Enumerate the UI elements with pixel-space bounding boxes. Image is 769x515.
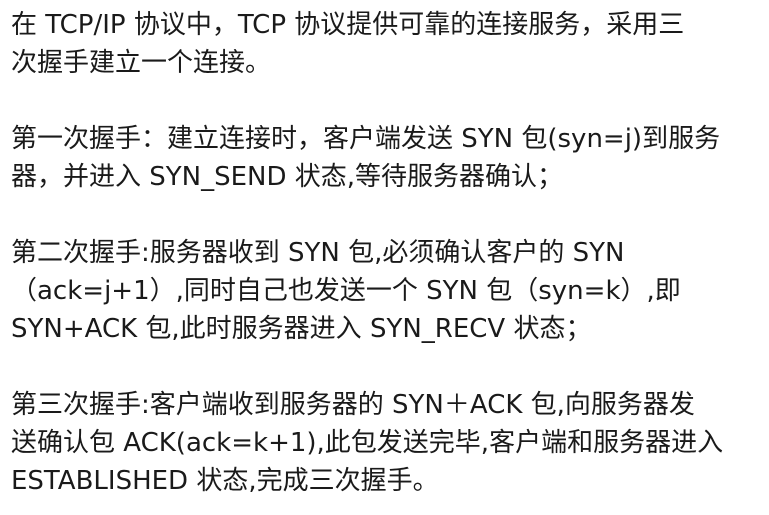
text-line: 第二次握手:服务器收到 SYN 包,必须确认客户的 SYN bbox=[11, 238, 625, 268]
paragraph-third-handshake: 第三次握手:客户端收到服务器的 SYN＋ACK 包,向服务器发 送确认包 ACK… bbox=[11, 386, 759, 500]
paragraph-second-handshake: 第二次握手:服务器收到 SYN 包,必须确认客户的 SYN （ack=j+1）,… bbox=[11, 234, 759, 348]
text-line: 次握手建立一个连接。 bbox=[11, 48, 272, 78]
text-line: 第一次握手：建立连接时，客户端发送 SYN 包(syn=j)到服务 bbox=[11, 124, 721, 154]
paragraph-intro: 在 TCP/IP 协议中，TCP 协议提供可靠的连接服务，采用三 次握手建立一个… bbox=[11, 6, 759, 82]
text-line: （ack=j+1）,同时自己也发送一个 SYN 包（syn=k）,即 bbox=[11, 276, 681, 306]
text-line: 送确认包 ACK(ack=k+1),此包发送完毕,客户端和服务器进入 bbox=[11, 428, 724, 458]
text-line: 在 TCP/IP 协议中，TCP 协议提供可靠的连接服务，采用三 bbox=[11, 10, 685, 40]
text-line: 第三次握手:客户端收到服务器的 SYN＋ACK 包,向服务器发 bbox=[11, 390, 695, 420]
text-line: 器，并进入 SYN_SEND 状态,等待服务器确认； bbox=[11, 162, 564, 192]
text-line: SYN+ACK 包,此时服务器进入 SYN_RECV 状态； bbox=[11, 314, 592, 344]
text-line: ESTABLISHED 状态,完成三次握手。 bbox=[11, 466, 439, 496]
document-text: 在 TCP/IP 协议中，TCP 协议提供可靠的连接服务，采用三 次握手建立一个… bbox=[0, 0, 769, 515]
paragraph-first-handshake: 第一次握手：建立连接时，客户端发送 SYN 包(syn=j)到服务 器，并进入 … bbox=[11, 120, 759, 196]
